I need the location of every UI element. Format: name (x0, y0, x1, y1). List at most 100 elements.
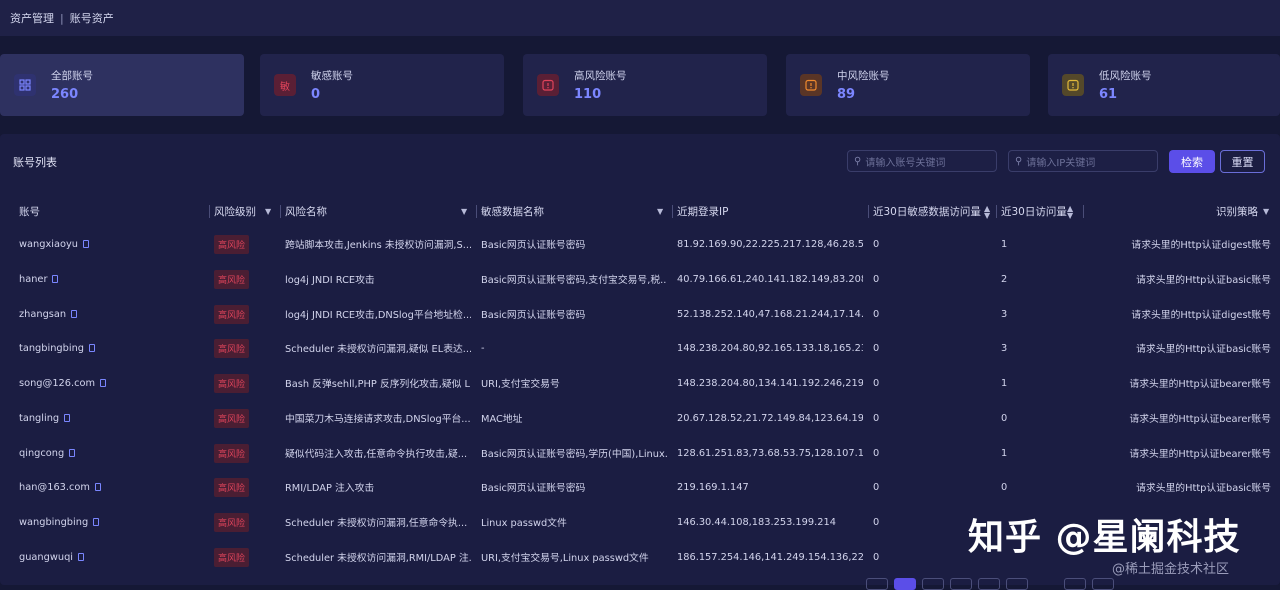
breadcrumb-separator: | (60, 11, 64, 25)
risk-level-badge: 高风险 (214, 547, 250, 567)
account-link[interactable]: wangbingbing (19, 517, 88, 528)
column-header-risk-level[interactable]: 风险级别 ▼ (209, 198, 276, 225)
risk-name-cell: Scheduler 未授权访问漏洞,RMI/LDAP 注... (285, 553, 471, 565)
account-link[interactable]: haner (19, 274, 47, 285)
high-risk-icon (537, 74, 559, 96)
column-header-risk-name[interactable]: 风险名称 ▼ (280, 198, 471, 225)
copy-icon[interactable] (78, 553, 85, 562)
column-header-sensitive-visits[interactable]: 近30日敏感数据访问量 ▲ ▼ (868, 198, 993, 225)
risk-name-cell: log4j JNDI RCE攻击,DNSlog平台地址检... (285, 310, 471, 322)
sort-icon[interactable]: ▲ ▼ (1067, 204, 1073, 219)
risk-level-badge: 高风险 (214, 512, 250, 532)
policy-cell: 请求头里的Http认证bearer账号 (1129, 449, 1271, 461)
filter-icon[interactable]: ▼ (265, 207, 271, 216)
sensitive-data-cell: Linux passwd文件 (481, 518, 567, 530)
copy-icon[interactable] (100, 379, 107, 388)
card-label: 敏感账号 (311, 70, 353, 82)
card-value: 260 (51, 87, 79, 102)
pagination-page[interactable] (950, 578, 972, 590)
recent-ip-cell: 128.61.251.83,73.68.53.75,128.107.198.2.… (677, 447, 863, 459)
card-sensitive-accounts[interactable]: 敏 敏感账号 0 (260, 54, 504, 116)
pagination-page[interactable] (1006, 578, 1028, 590)
column-header-policy[interactable]: 识别策略 ▼ (1083, 198, 1272, 225)
column-header-sensitive-data[interactable]: 敏感数据名称 ▼ (476, 198, 667, 225)
risk-level-badge: 高风险 (214, 373, 250, 393)
account-link[interactable]: guangwuqi (19, 552, 73, 563)
watermark-main: 知乎 @星阑科技 (968, 517, 1241, 558)
pagination-page[interactable] (978, 578, 1000, 590)
sensitive-visits-cell: 0 (873, 342, 880, 354)
account-link[interactable]: tangling (19, 413, 59, 424)
ip-search-input[interactable]: ⚲ 请输入IP关键词 (1008, 150, 1158, 172)
pagination-page-active[interactable] (894, 578, 916, 590)
card-high-risk-accounts[interactable]: 高风险账号 110 (523, 54, 767, 116)
account-link[interactable]: qingcong (19, 448, 64, 459)
card-value: 0 (311, 87, 321, 102)
sensitive-data-cell: URI,支付宝交易号,Linux passwd文件 (481, 553, 649, 565)
policy-cell: 请求头里的Http认证bearer账号 (1129, 414, 1271, 426)
pagination-next[interactable] (1064, 578, 1086, 590)
table-row[interactable]: wangxiaoyu 高风险 跨站脚本攻击,Jenkins 未授权访问漏洞,S.… (0, 227, 1280, 262)
recent-ip-cell: 52.138.252.140,47.168.21.244,17.14.57.6,… (677, 308, 863, 320)
copy-icon[interactable] (82, 240, 89, 249)
pagination-prev[interactable] (866, 578, 888, 590)
account-link[interactable]: song@126.com (19, 378, 95, 389)
copy-icon[interactable] (71, 310, 78, 319)
copy-icon[interactable] (89, 344, 96, 353)
table-row[interactable]: song@126.com 高风险 Bash 反弹sehll,PHP 反序列化攻击… (0, 366, 1280, 401)
card-value: 61 (1099, 87, 1118, 102)
visits-cell: 1 (1001, 447, 1008, 459)
risk-level-badge: 高风险 (214, 477, 250, 497)
risk-name-cell: 跨站脚本攻击,Jenkins 未授权访问漏洞,S... (285, 240, 471, 252)
card-all-accounts[interactable]: 全部账号 260 (0, 54, 244, 116)
account-search-input[interactable]: ⚲ 请输入账号关键词 (847, 150, 997, 172)
policy-cell: 请求头里的Http认证basic账号 (1136, 344, 1271, 356)
risk-name-cell: Bash 反弹sehll,PHP 反序列化攻击,疑似 L... (285, 379, 471, 391)
copy-icon[interactable] (94, 483, 101, 492)
sensitive-visits-cell: 0 (873, 516, 880, 528)
copy-icon[interactable] (69, 449, 76, 458)
pagination-page-size[interactable] (1092, 578, 1114, 590)
table-row[interactable]: tangling 高风险 中国菜刀木马连接请求攻击,DNSlog平台... MA… (0, 401, 1280, 436)
breadcrumb-parent[interactable]: 资产管理 (10, 10, 54, 26)
risk-level-badge: 高风险 (214, 304, 250, 324)
column-header-visits[interactable]: 近30日访问量 ▲ ▼ (996, 198, 1081, 225)
copy-icon[interactable] (52, 275, 59, 284)
recent-ip-cell: 148.238.204.80,92.165.133.18,165.230.59.… (677, 342, 863, 354)
table-row[interactable]: tangbingbing 高风险 Scheduler 未授权访问漏洞,疑似 EL… (0, 331, 1280, 366)
card-label: 高风险账号 (574, 70, 627, 82)
filter-icon[interactable]: ▼ (461, 207, 467, 216)
card-value: 110 (574, 87, 602, 102)
medium-risk-icon (800, 74, 822, 96)
sensitive-data-cell: - (481, 342, 485, 354)
account-link[interactable]: wangxiaoyu (19, 239, 78, 250)
table-row[interactable]: haner 高风险 log4j JNDI RCE攻击 Basic网页认证账号密码… (0, 262, 1280, 297)
risk-level-badge: 高风险 (214, 234, 250, 254)
copy-icon[interactable] (93, 518, 100, 527)
card-low-risk-accounts[interactable]: 低风险账号 61 (1048, 54, 1280, 116)
filter-icon[interactable]: ▼ (1263, 207, 1269, 216)
search-button[interactable]: 检索 (1169, 150, 1215, 173)
account-link[interactable]: tangbingbing (19, 343, 84, 354)
sensitive-data-cell: URI,支付宝交易号 (481, 379, 560, 391)
account-link[interactable]: zhangsan (19, 309, 66, 320)
card-label: 低风险账号 (1099, 70, 1152, 82)
table-row[interactable]: han@163.com 高风险 RMI/LDAP 注入攻击 Basic网页认证账… (0, 470, 1280, 505)
column-header-recent-ip: 近期登录IP (672, 198, 728, 225)
account-link[interactable]: han@163.com (19, 482, 90, 493)
visits-cell: 0 (1001, 481, 1008, 493)
reset-button[interactable]: 重置 (1220, 150, 1265, 173)
table-row[interactable]: zhangsan 高风险 log4j JNDI RCE攻击,DNSlog平台地址… (0, 297, 1280, 332)
sensitive-data-cell: Basic网页认证账号密码,支付宝交易号,税... (481, 275, 667, 287)
copy-icon[interactable] (64, 414, 71, 423)
risk-level-badge: 高风险 (214, 338, 250, 358)
sensitive-data-cell: Basic网页认证账号密码 (481, 483, 586, 495)
sort-icon[interactable]: ▲ ▼ (984, 204, 990, 219)
breadcrumb-current: 账号资产 (69, 12, 114, 25)
risk-name-cell: 中国菜刀木马连接请求攻击,DNSlog平台... (285, 414, 471, 426)
card-medium-risk-accounts[interactable]: 中风险账号 89 (786, 54, 1030, 116)
filter-icon[interactable]: ▼ (657, 207, 663, 216)
pagination-page[interactable] (922, 578, 944, 590)
sensitive-visits-cell: 0 (873, 377, 880, 389)
table-row[interactable]: qingcong 高风险 疑似代码注入攻击,任意命令执行攻击,疑... Basi… (0, 436, 1280, 471)
